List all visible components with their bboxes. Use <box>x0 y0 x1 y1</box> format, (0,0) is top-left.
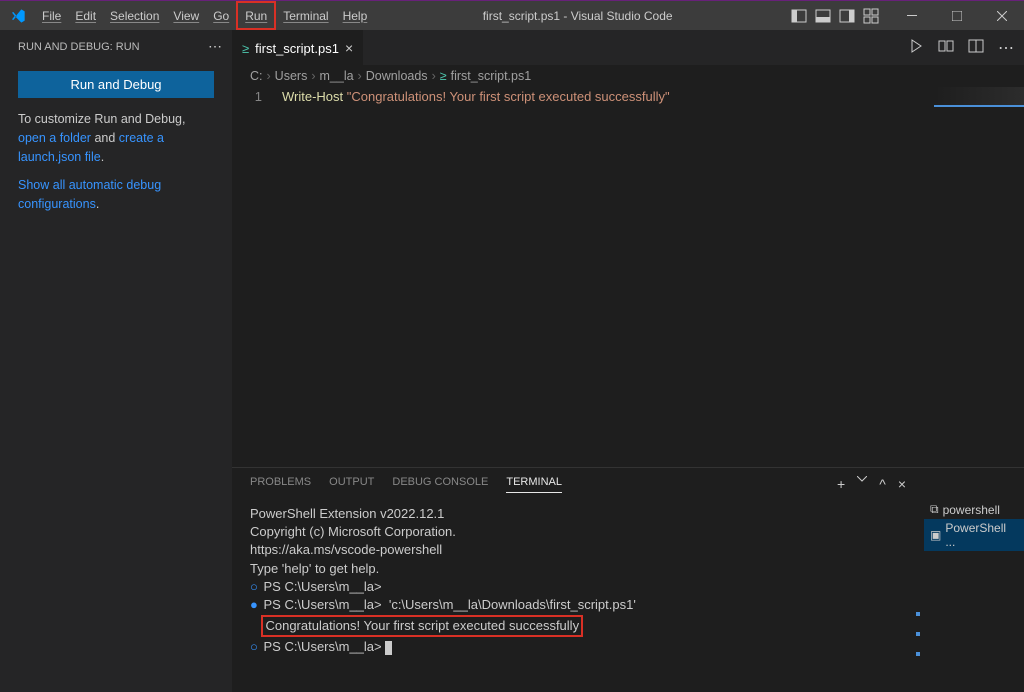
editor-more-icon[interactable]: ⋯ <box>998 38 1014 58</box>
maximize-button[interactable] <box>934 1 979 31</box>
window-controls <box>889 1 1024 31</box>
terminal-line: Type 'help' to get help. <box>250 560 906 578</box>
show-configs-link[interactable]: Show all automatic debug configurations <box>18 178 161 211</box>
breadcrumb-segment[interactable]: Downloads <box>366 69 428 83</box>
tab-first-script[interactable]: ≥ first_script.ps1 × <box>232 30 363 65</box>
terminal-line: Copyright (c) Microsoft Corporation. <box>250 523 906 541</box>
terminal-prompt: ○ PS C:\Users\m__la> <box>250 578 906 596</box>
layout-controls <box>781 8 889 24</box>
sidebar-more-icon[interactable]: ⋯ <box>208 38 222 55</box>
terminal-scroll-markers <box>916 596 920 672</box>
terminal-list: ⧉ powershell ▣ PowerShell ... <box>924 468 1024 692</box>
breadcrumb-segment[interactable]: C: <box>250 69 263 83</box>
breadcrumb-segment[interactable]: first_script.ps1 <box>451 69 532 83</box>
new-terminal-icon[interactable]: + <box>837 476 845 493</box>
sidebar-header: RUN AND DEBUG: RUN ⋯ <box>0 30 232 63</box>
menu-view[interactable]: View <box>166 1 206 30</box>
menu-go[interactable]: Go <box>206 1 236 30</box>
toggle-primary-sidebar-icon[interactable] <box>791 8 807 24</box>
breadcrumb-segment[interactable]: m__la <box>320 69 354 83</box>
menu-run[interactable]: Run <box>236 1 276 30</box>
editor-area: ≥ first_script.ps1 × ⋯ C:› Users› m__la›… <box>232 30 1024 692</box>
maximize-panel-icon[interactable]: ^ <box>879 476 886 493</box>
editor-layout-icon[interactable] <box>968 38 984 58</box>
powershell-file-icon: ≥ <box>242 41 249 56</box>
vscode-logo-icon <box>0 8 35 24</box>
breadcrumbs[interactable]: C:› Users› m__la› Downloads› ≥ first_scr… <box>232 65 1024 87</box>
toggle-secondary-sidebar-icon[interactable] <box>839 8 855 24</box>
menu-selection[interactable]: Selection <box>103 1 166 30</box>
menu-help[interactable]: Help <box>336 1 375 30</box>
run-and-debug-button[interactable]: Run and Debug <box>18 71 214 98</box>
code-editor[interactable]: 1 Write-Host "Congratulations! Your firs… <box>232 87 1024 467</box>
run-debug-sidebar: RUN AND DEBUG: RUN ⋯ Run and Debug To cu… <box>0 30 232 692</box>
terminal-cursor <box>385 641 392 655</box>
code-line[interactable]: Write-Host "Congratulations! Your first … <box>282 89 670 467</box>
bottom-panel: PROBLEMS OUTPUT DEBUG CONSOLE TERMINAL +… <box>232 467 1024 692</box>
terminal-line: PowerShell Extension v2022.12.1 <box>250 505 906 523</box>
terminal-entry-powershell-ext[interactable]: ▣ PowerShell ... <box>924 519 1024 551</box>
sidebar-show-configs: Show all automatic debug configurations. <box>0 176 232 224</box>
window-title: first_script.ps1 - Visual Studio Code <box>374 9 781 23</box>
close-button[interactable] <box>979 1 1024 31</box>
terminal-icon: ▣ <box>930 528 941 542</box>
panel-tab-problems[interactable]: PROBLEMS <box>250 476 311 493</box>
sidebar-title: RUN AND DEBUG: RUN <box>18 41 140 53</box>
run-file-icon[interactable] <box>908 38 924 58</box>
minimize-button[interactable] <box>889 1 934 31</box>
toggle-panel-icon[interactable] <box>815 8 831 24</box>
split-editor-icon[interactable] <box>938 38 954 58</box>
menu-terminal[interactable]: Terminal <box>276 1 335 30</box>
powershell-file-icon: ≥ <box>440 69 447 83</box>
menu-edit[interactable]: Edit <box>68 1 103 30</box>
breadcrumb-segment[interactable]: Users <box>275 69 308 83</box>
line-number: 1 <box>232 89 282 467</box>
menu-file[interactable]: File <box>35 1 68 30</box>
terminal-line: https://aka.ms/vscode-powershell <box>250 541 906 559</box>
terminal-dropdown-icon[interactable] <box>857 476 867 493</box>
customize-layout-icon[interactable] <box>863 8 879 24</box>
terminal-entry-label: powershell <box>943 503 1000 517</box>
panel-tab-output[interactable]: OUTPUT <box>329 476 374 493</box>
open-folder-link[interactable]: open a folder <box>18 131 91 145</box>
main-area: RUN AND DEBUG: RUN ⋯ Run and Debug To cu… <box>0 30 1024 692</box>
sidebar-customize-text: To customize Run and Debug, open a folde… <box>0 110 232 176</box>
tab-close-icon[interactable]: × <box>345 40 353 56</box>
main-menu: File Edit Selection View Go Run Terminal… <box>35 1 374 30</box>
terminal-entry-powershell[interactable]: ⧉ powershell <box>924 500 1024 519</box>
editor-tabs: ≥ first_script.ps1 × ⋯ <box>232 30 1024 65</box>
terminal-output-highlight: ● Congratulations! Your first script exe… <box>250 614 906 638</box>
panel-tabs: PROBLEMS OUTPUT DEBUG CONSOLE TERMINAL +… <box>232 468 924 499</box>
terminal[interactable]: PowerShell Extension v2022.12.1 Copyrigh… <box>232 499 924 692</box>
terminal-icon: ⧉ <box>930 502 939 517</box>
terminal-command: ● PS C:\Users\m__la> 'c:\Users\m__la\Dow… <box>250 596 906 614</box>
close-panel-icon[interactable]: × <box>898 476 906 493</box>
tab-label: first_script.ps1 <box>255 41 339 56</box>
titlebar: File Edit Selection View Go Run Terminal… <box>0 0 1024 30</box>
terminal-entry-label: PowerShell ... <box>945 521 1018 549</box>
minimap[interactable] <box>934 87 1024 107</box>
editor-actions: ⋯ <box>898 38 1024 58</box>
panel-tab-terminal[interactable]: TERMINAL <box>506 476 562 493</box>
panel-tab-debug-console[interactable]: DEBUG CONSOLE <box>392 476 488 493</box>
terminal-prompt: ○ PS C:\Users\m__la> <box>250 638 906 656</box>
